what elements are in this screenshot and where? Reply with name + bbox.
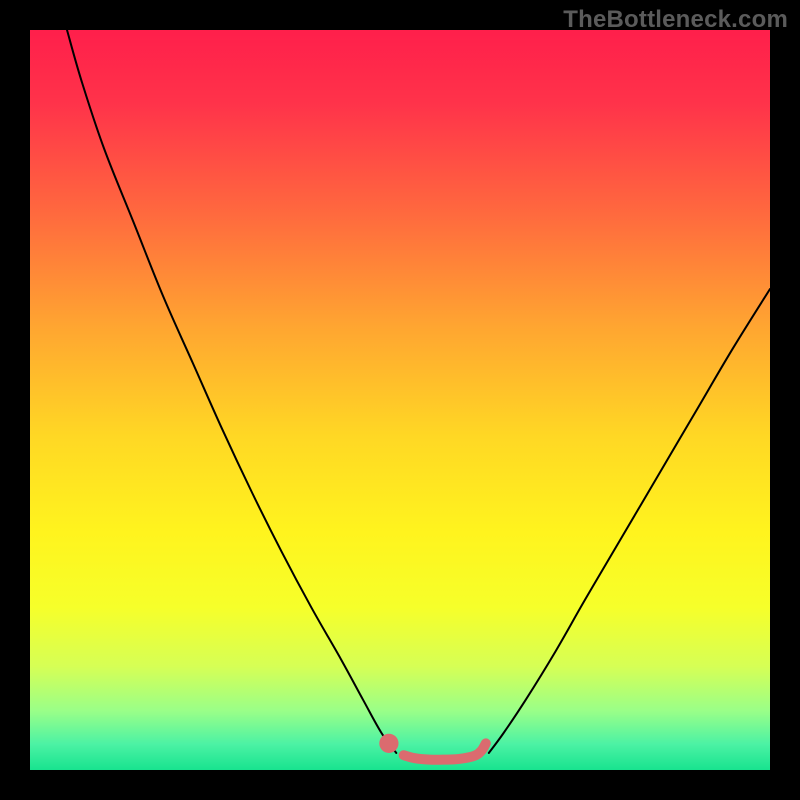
marker-dot-left xyxy=(379,734,398,753)
chart-svg xyxy=(30,30,770,770)
chart-background xyxy=(30,30,770,770)
chart-frame: TheBottleneck.com xyxy=(0,0,800,800)
chart-plot-area xyxy=(30,30,770,770)
